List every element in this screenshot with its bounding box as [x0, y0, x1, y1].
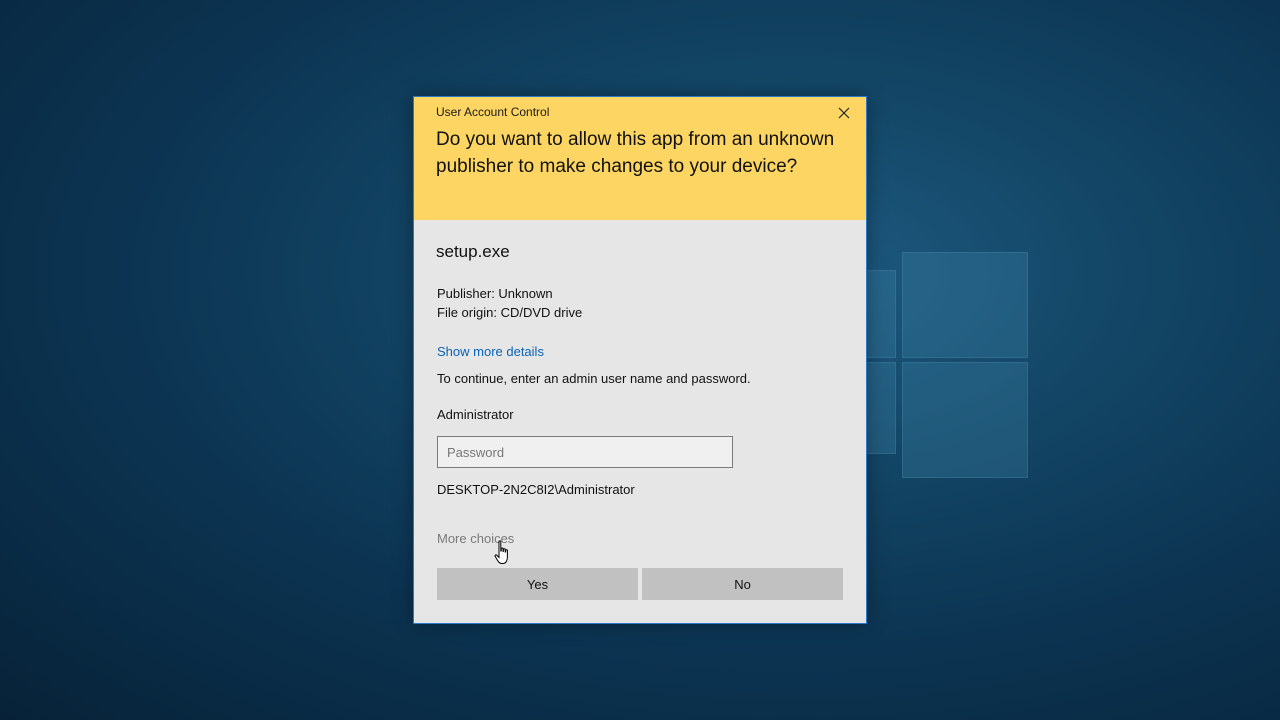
uac-body: setup.exe Publisher: Unknown File origin… [414, 220, 866, 624]
uac-question: Do you want to allow this app from an un… [436, 129, 835, 177]
windows-logo-pane [866, 362, 896, 454]
no-button[interactable]: No [642, 568, 843, 600]
file-origin-info: File origin: CD/DVD drive [437, 305, 583, 320]
windows-logo-pane [902, 252, 1028, 358]
uac-header: User Account Control Do you want to allo… [414, 97, 866, 220]
instructions-text: To continue, enter an admin user name an… [437, 371, 751, 386]
app-name: setup.exe [436, 242, 510, 261]
windows-logo [866, 240, 1030, 480]
uac-dialog: User Account Control Do you want to allo… [413, 96, 867, 624]
windows-logo-pane [902, 362, 1028, 478]
yes-button[interactable]: Yes [437, 568, 638, 600]
domain-user-label: DESKTOP-2N2C8I2\Administrator [437, 482, 635, 497]
password-input[interactable] [437, 436, 733, 468]
windows-logo-pane [866, 270, 896, 358]
admin-user-label: Administrator [437, 407, 514, 422]
hand-cursor-icon [494, 540, 508, 564]
dialog-title: User Account Control [436, 105, 550, 119]
publisher-info: Publisher: Unknown [437, 286, 553, 301]
close-button[interactable] [830, 101, 858, 125]
close-icon [838, 107, 850, 119]
show-more-details-link[interactable]: Show more details [437, 344, 544, 359]
